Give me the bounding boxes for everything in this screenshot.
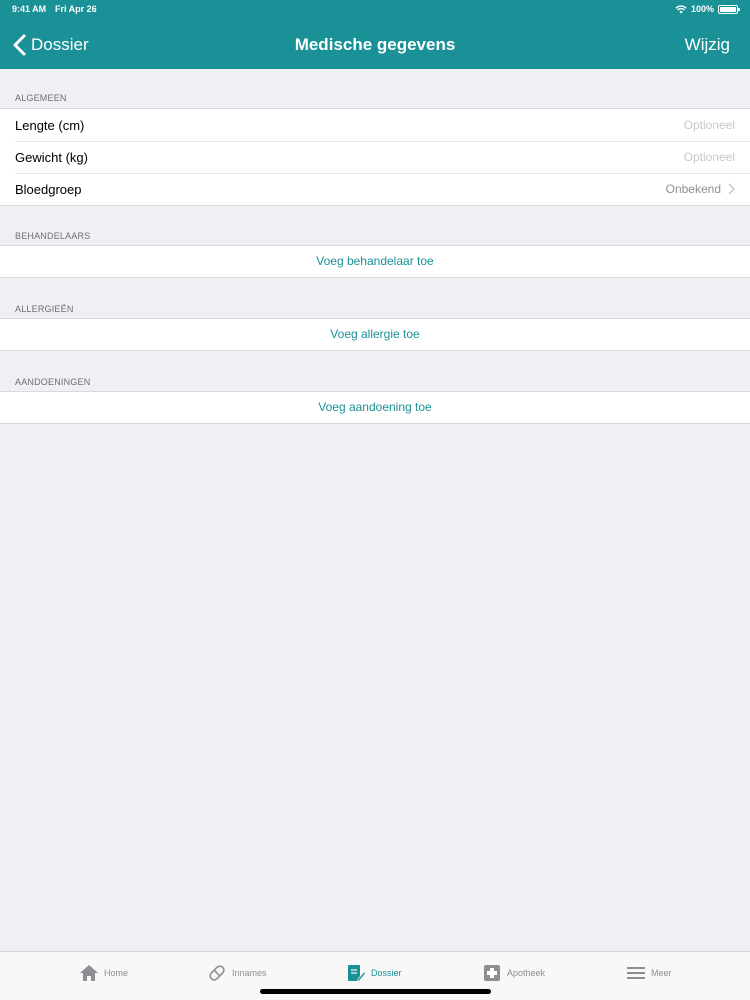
group-behandelaars: Voeg behandelaar toe: [0, 245, 750, 278]
tab-label: Dossier: [371, 968, 402, 978]
navigation-bar: 9:41 AM Fri Apr 26 100% Dossier Medische…: [0, 0, 750, 69]
section-header-behandelaars: BEHANDELAARS: [15, 231, 91, 241]
home-icon: [80, 965, 98, 981]
section-header-aandoeningen: AANDOENINGEN: [15, 377, 91, 387]
tab-home[interactable]: Home: [79, 962, 128, 984]
row-lengte[interactable]: Lengte (cm) Optioneel: [0, 109, 750, 141]
row-label: Lengte (cm): [15, 117, 85, 133]
group-algemeen: Lengte (cm) Optioneel Gewicht (kg) Optio…: [0, 108, 750, 206]
group-aandoeningen: Voeg aandoening toe: [0, 391, 750, 424]
wifi-icon: [675, 4, 687, 13]
row-label: Gewicht (kg): [15, 149, 88, 165]
tab-meer[interactable]: Meer: [626, 962, 672, 984]
tab-innames[interactable]: Innames: [207, 962, 267, 984]
chevron-left-icon: [13, 34, 26, 56]
battery-icon: [718, 4, 740, 14]
status-time: 9:41 AM: [12, 4, 47, 14]
battery-percentage: 100%: [690, 4, 714, 14]
back-button[interactable]: Dossier: [12, 30, 89, 60]
tab-label: Innames: [232, 968, 267, 978]
page-title: Medische gegevens: [294, 35, 456, 54]
pharmacy-cross-icon: [484, 965, 500, 981]
tab-label: Home: [104, 968, 129, 978]
chevron-right-icon: [728, 183, 735, 195]
section-header-algemeen: ALGEMEEN: [15, 93, 67, 103]
group-allergieen: Voeg allergie toe: [0, 318, 750, 351]
add-behandelaar-button[interactable]: Voeg behandelaar toe: [0, 246, 750, 277]
status-bar: 9:41 AM Fri Apr 26 100%: [0, 0, 750, 18]
tab-apotheek[interactable]: Apotheek: [482, 962, 545, 984]
row-value: Onbekend: [665, 182, 721, 196]
tab-label: Meer: [651, 968, 672, 978]
add-aandoening-button[interactable]: Voeg aandoening toe: [0, 392, 750, 423]
tab-label: Apotheek: [507, 968, 546, 978]
edit-button[interactable]: Wijzig: [685, 30, 730, 60]
dossier-icon: [348, 965, 366, 982]
row-label: Bloedgroep: [15, 181, 82, 197]
status-right: 100%: [675, 4, 740, 14]
row-value-placeholder: Optioneel: [683, 150, 735, 164]
back-button-label: Dossier: [31, 35, 89, 54]
add-allergie-button[interactable]: Voeg allergie toe: [0, 319, 750, 350]
menu-icon: [627, 967, 645, 979]
row-value-placeholder: Optioneel: [683, 118, 735, 132]
section-header-allergieen: ALLERGIEËN: [15, 304, 74, 314]
pill-icon: [209, 965, 225, 981]
home-indicator[interactable]: [260, 989, 491, 994]
tab-dossier[interactable]: Dossier: [346, 962, 402, 984]
row-bloedgroep[interactable]: Bloedgroep Onbekend: [0, 173, 750, 205]
status-date: Fri Apr 26: [55, 4, 97, 14]
row-gewicht[interactable]: Gewicht (kg) Optioneel: [0, 141, 750, 173]
